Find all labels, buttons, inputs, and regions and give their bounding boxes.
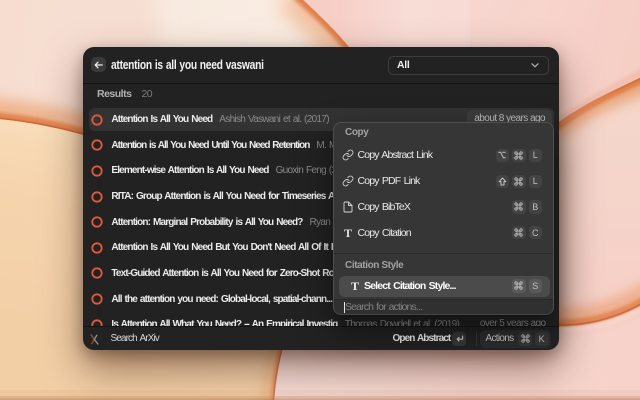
svg-text:T: T [344,227,352,239]
svg-text:T: T [350,280,358,292]
